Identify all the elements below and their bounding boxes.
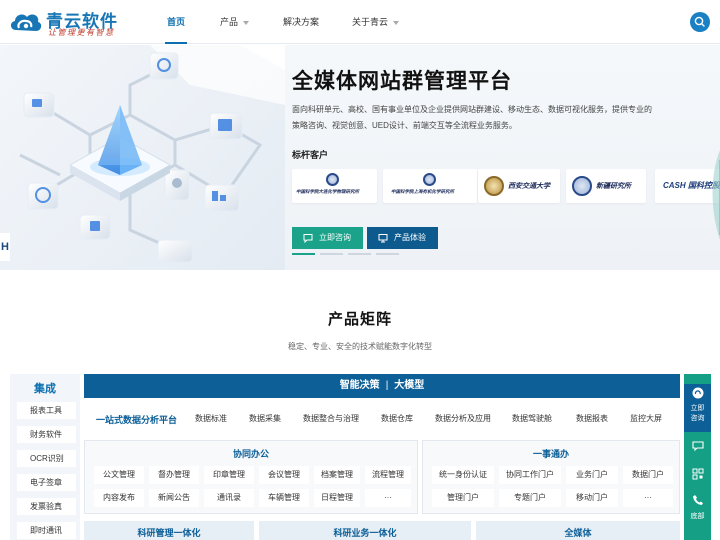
data-platform-row: 一站式数据分析平台 数据标准 数据采集 数据整合与治理 数据仓库 数据分析及应用… bbox=[84, 400, 680, 437]
sidebar-title: 集成 bbox=[34, 383, 56, 395]
chevron-down-icon bbox=[243, 20, 250, 25]
more-chip[interactable]: ··· bbox=[623, 489, 673, 507]
sidebar-item-im[interactable]: 即时通讯 bbox=[17, 522, 76, 539]
product-chip[interactable]: 会议管理 bbox=[259, 466, 309, 484]
product-chip[interactable]: 管理门户 bbox=[432, 489, 494, 507]
chevron-down-icon bbox=[393, 20, 400, 25]
emblem-icon bbox=[572, 176, 592, 196]
panel-title: 协同办公 bbox=[232, 449, 269, 459]
product-chip[interactable]: 统一身份认证 bbox=[432, 466, 494, 484]
hero-title: 全媒体网站群管理平台 bbox=[292, 70, 512, 93]
section-title: 产品矩阵 bbox=[327, 311, 392, 328]
carousel-dot[interactable] bbox=[320, 253, 343, 255]
clients-heading: 标杆客户 bbox=[292, 150, 329, 160]
logo-cloud-icon bbox=[692, 387, 704, 399]
carousel-dot[interactable] bbox=[292, 253, 315, 255]
product-link[interactable]: 监控大屏 bbox=[630, 408, 662, 430]
research-biz-panel[interactable]: 科研业务一体化 bbox=[259, 521, 471, 540]
product-link[interactable]: 数据报表 bbox=[576, 408, 608, 430]
more-chip[interactable]: ··· bbox=[365, 489, 411, 507]
search-icon bbox=[694, 16, 705, 27]
logo-slogan: 让管理更有智慧 bbox=[48, 28, 115, 37]
carousel-dot[interactable] bbox=[348, 253, 371, 255]
floating-contact-bar: 立即咨询 底部 bbox=[684, 374, 711, 540]
qrcode-icon[interactable] bbox=[692, 468, 704, 480]
product-chip[interactable]: 新闻公告 bbox=[149, 489, 199, 507]
nav-item-home[interactable]: 首页 bbox=[164, 0, 188, 44]
emblem-icon bbox=[484, 176, 504, 196]
hero-description: 面向科研单元、高校、国有事业单位及企业提供网站群建设、移动生态、数据可视化服务，… bbox=[292, 105, 652, 130]
logo[interactable]: 青云软件 让管理更有智慧 bbox=[8, 6, 118, 38]
float-back-to-bottom[interactable]: 底部 bbox=[684, 512, 711, 522]
emblem-icon bbox=[423, 173, 436, 186]
one-stop-panel: 一事通办 统一身份认证 协同工作门户 业务门户 数据门户 管理门户 专题门户 移… bbox=[422, 440, 680, 514]
product-chip[interactable]: 车辆管理 bbox=[259, 489, 309, 507]
consult-button[interactable]: 立即咨询 bbox=[292, 227, 363, 249]
sidebar-item-finance[interactable]: 财务软件 bbox=[17, 426, 76, 443]
monitor-icon bbox=[378, 234, 388, 243]
product-chip[interactable]: 日程管理 bbox=[314, 489, 360, 507]
client-logo: 新疆研究所 bbox=[566, 169, 646, 203]
product-chip[interactable]: 移动门户 bbox=[566, 489, 618, 507]
product-chip[interactable]: 业务门户 bbox=[566, 466, 618, 484]
product-chip[interactable]: 内容发布 bbox=[94, 489, 144, 507]
product-chip[interactable]: 流程管理 bbox=[365, 466, 411, 484]
decorative-leaf-icon bbox=[712, 150, 720, 240]
product-link[interactable]: 数据分析及应用 bbox=[435, 408, 491, 430]
search-button[interactable] bbox=[690, 12, 710, 32]
chat-icon bbox=[303, 234, 313, 243]
float-consult-button[interactable]: 立即咨询 bbox=[684, 384, 711, 432]
bar-label-llm[interactable]: 大模型 bbox=[394, 380, 424, 391]
chat-icon[interactable] bbox=[692, 440, 704, 452]
sidebar-item-report-tool[interactable]: 报表工具 bbox=[17, 402, 76, 419]
product-chip[interactable]: 数据门户 bbox=[623, 466, 673, 484]
nav-item-about[interactable]: 关于青云 bbox=[352, 0, 400, 44]
product-chip[interactable]: 通讯录 bbox=[204, 489, 254, 507]
phone-icon[interactable] bbox=[692, 494, 704, 506]
top-navigation: 青云软件 让管理更有智慧 首页 产品 解决方案 关于青云 bbox=[0, 0, 720, 44]
sidebar-item-esign[interactable]: 电子签章 bbox=[17, 474, 76, 491]
hero-illustration bbox=[0, 45, 285, 270]
product-chip[interactable]: 专题门户 bbox=[499, 489, 561, 507]
product-chip[interactable]: 协同工作门户 bbox=[499, 466, 561, 484]
all-media-panel[interactable]: 全媒体 bbox=[476, 521, 680, 540]
product-chip[interactable]: 印章管理 bbox=[204, 466, 254, 484]
data-platform-title[interactable]: 一站式数据分析平台 bbox=[96, 413, 177, 426]
product-link[interactable]: 数据标准 bbox=[195, 408, 227, 430]
panel-title: 一事通办 bbox=[532, 449, 569, 459]
emblem-icon bbox=[326, 173, 339, 186]
client-logo: 西安交通大学 bbox=[478, 169, 560, 203]
product-chip[interactable]: 公文管理 bbox=[94, 466, 144, 484]
product-trial-button[interactable]: 产品体验 bbox=[367, 227, 438, 249]
sidebar-item-invoice[interactable]: 发票验真 bbox=[17, 498, 76, 515]
hero-banner: H 全媒体网站群管理平台 面向科研单元、高校、国有事业单位及企业提供网站群建设、… bbox=[0, 45, 720, 270]
logo-cloud-icon bbox=[10, 14, 42, 31]
collab-office-panel: 协同办公 公文管理 督办管理 印章管理 会议管理 档案管理 流程管理 内容发布 … bbox=[84, 440, 418, 514]
client-logo: 中国科学院上海有机化学研究所 bbox=[383, 169, 477, 203]
hero-edge-tab[interactable]: H bbox=[0, 233, 10, 261]
section-subtitle: 稳定、专业、安全的技术赋能数字化转型 bbox=[288, 342, 432, 351]
product-link[interactable]: 数据采集 bbox=[249, 408, 281, 430]
sidebar-item-ocr[interactable]: OCR识别 bbox=[17, 450, 76, 467]
product-chip[interactable]: 督办管理 bbox=[149, 466, 199, 484]
bar-label-decision[interactable]: 智能决策 bbox=[340, 380, 380, 391]
nav-item-solutions[interactable]: 解决方案 bbox=[283, 0, 319, 44]
product-link[interactable]: 数据整合与治理 bbox=[303, 408, 359, 430]
research-mgmt-panel[interactable]: 科研管理一体化 bbox=[84, 521, 254, 540]
nav-item-products[interactable]: 产品 bbox=[220, 0, 250, 44]
carousel-dot[interactable] bbox=[376, 253, 399, 255]
client-logo: 中国科学院大连化学物理研究所 bbox=[292, 169, 377, 203]
product-link[interactable]: 数据仓库 bbox=[381, 408, 413, 430]
product-chip[interactable]: 档案管理 bbox=[314, 466, 360, 484]
matrix-header-bar: 智能决策 | 大模型 bbox=[84, 374, 680, 398]
product-link[interactable]: 数据驾驶舱 bbox=[512, 408, 552, 430]
data-network-illustration bbox=[19, 45, 285, 263]
integration-sidebar: 集成 报表工具 财务软件 OCR识别 电子签章 发票验真 即时通讯 bbox=[10, 374, 80, 540]
